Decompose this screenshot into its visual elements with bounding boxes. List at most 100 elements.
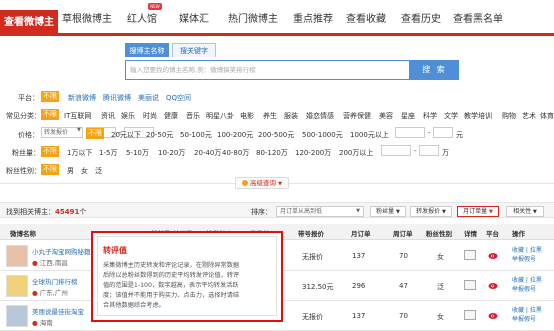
category-option[interactable]: 音乐 bbox=[186, 111, 200, 121]
details-icon[interactable] bbox=[464, 280, 476, 290]
fans-option[interactable]: 1-5万 bbox=[99, 148, 117, 158]
nav-view-bloggers[interactable]: 查看微博主 bbox=[0, 10, 58, 36]
category-option[interactable]: 艺术 bbox=[522, 111, 536, 121]
price-option[interactable]: 500-1000元 bbox=[302, 130, 343, 140]
fans-option[interactable]: 200万以上 bbox=[339, 148, 373, 158]
fans-custom-max[interactable] bbox=[419, 145, 439, 156]
category-option[interactable]: 文学 bbox=[444, 111, 458, 121]
category-option[interactable]: 时尚 bbox=[143, 111, 157, 121]
price-custom-max[interactable] bbox=[433, 127, 453, 138]
tooltip-line: 值的范围是1-100，数字越高，表示平均转发活跃 bbox=[103, 282, 239, 289]
fans-option-any[interactable]: 不限 bbox=[41, 146, 59, 157]
col-fan-gender: 粉丝性别 bbox=[426, 230, 452, 238]
category-option[interactable]: 星座 bbox=[401, 111, 415, 121]
nav-blacklist[interactable]: 查看黑名单 bbox=[450, 9, 506, 31]
category-option[interactable]: 科学 bbox=[423, 111, 437, 121]
category-option[interactable]: IT互联网 bbox=[64, 111, 91, 121]
fans-option[interactable]: 1万以下 bbox=[67, 148, 92, 158]
sort-select[interactable]: 月订单从高到低 ▼ bbox=[276, 206, 364, 217]
blogger-name[interactable]: 全球热门排行榜 bbox=[32, 276, 78, 286]
price-option-any[interactable]: 不限 bbox=[86, 128, 104, 139]
avatar bbox=[6, 245, 28, 267]
details-icon[interactable] bbox=[464, 310, 476, 320]
platform-option-sina[interactable]: 新浪微博 bbox=[68, 93, 96, 103]
platform-option-meilishuo[interactable]: 美丽说 bbox=[138, 93, 159, 103]
nav-media[interactable]: 媒体汇 bbox=[176, 9, 212, 31]
chevron-down-icon: ▼ bbox=[77, 127, 81, 133]
report-fake-link[interactable]: 举报假号 bbox=[512, 256, 536, 263]
fans-option[interactable]: 120-200万 bbox=[295, 148, 331, 158]
price-option[interactable]: 100-200元 bbox=[217, 130, 253, 140]
category-option[interactable]: 明星八卦 bbox=[206, 111, 234, 121]
col-account-price: 带号报价 bbox=[298, 230, 324, 238]
category-option[interactable]: 电影 bbox=[240, 111, 254, 121]
fans-option[interactable]: 80-120万 bbox=[256, 148, 288, 158]
advanced-search-button[interactable]: 高级查询 ▼ bbox=[235, 177, 289, 189]
favorite-link[interactable]: 收藏 bbox=[512, 247, 524, 254]
tab-search-keyword[interactable]: 搜关键字 bbox=[172, 43, 216, 57]
favorite-link[interactable]: 收藏 bbox=[512, 307, 524, 314]
gender-option-female[interactable]: 女 bbox=[81, 166, 88, 176]
nav-recommended[interactable]: 重点推荐 bbox=[290, 9, 336, 31]
engagement-tooltip-highlight: 转评值 采集微博主历史转发和评论记录，在剔除异常数据 后除以总粉丝数得到的历史平… bbox=[91, 231, 283, 322]
gender-option-male[interactable]: 男 bbox=[67, 166, 74, 176]
nav-history[interactable]: 查看历史 bbox=[398, 9, 444, 31]
price-option[interactable]: 200-500元 bbox=[258, 130, 294, 140]
tab-search-name[interactable]: 搜博主名称 bbox=[125, 43, 169, 57]
category-option[interactable]: 服装 bbox=[284, 111, 298, 121]
category-option[interactable]: 教学培训 bbox=[464, 111, 492, 121]
sort-repost-price-button[interactable]: 转发报价 ▼ bbox=[410, 206, 452, 217]
category-option[interactable]: 养生 bbox=[263, 111, 277, 121]
fans-option[interactable]: 20-40万 bbox=[194, 148, 221, 158]
blacklist-link[interactable]: 拉黑 bbox=[530, 307, 542, 314]
col-actions: 操作 bbox=[512, 230, 525, 238]
category-option[interactable]: 不限 bbox=[41, 109, 59, 120]
category-option[interactable]: 购物 bbox=[502, 111, 516, 121]
category-option[interactable]: 美容 bbox=[379, 111, 393, 121]
category-option[interactable]: 体育 bbox=[540, 111, 554, 121]
category-option[interactable]: 婚恋情感 bbox=[306, 111, 334, 121]
blacklist-link[interactable]: 拉黑 bbox=[530, 277, 542, 284]
search-input[interactable]: 输入您要找的博主名称,例：微博搞笑排行榜 bbox=[125, 60, 410, 80]
nav-celebrity-hall[interactable]: 红人馆 bbox=[122, 9, 162, 31]
blogger-location: ● 广东,广州 bbox=[32, 289, 68, 297]
price-option[interactable]: 20元以下 bbox=[111, 130, 141, 140]
price-option[interactable]: 20-50元 bbox=[146, 130, 173, 140]
fans-unit: 万 bbox=[442, 149, 449, 157]
price-custom-min[interactable] bbox=[395, 127, 425, 138]
blacklist-link[interactable]: 拉黑 bbox=[530, 247, 542, 254]
category-option[interactable]: 娱乐 bbox=[121, 111, 135, 121]
col-monthly-orders: 月订单 bbox=[351, 230, 371, 238]
nav-grassroots-bloggers[interactable]: 草根微博主 bbox=[62, 9, 112, 31]
fans-option[interactable]: 40-80万 bbox=[222, 148, 249, 158]
category-option[interactable]: 资讯 bbox=[101, 111, 115, 121]
blogger-name[interactable]: 小丸子淘宝网购秘籍 bbox=[32, 246, 91, 256]
search-button[interactable]: 搜 索 bbox=[410, 60, 459, 80]
category-option[interactable]: 营养保健 bbox=[343, 111, 371, 121]
blogger-name[interactable]: 美丽说最佳街淘宝 bbox=[32, 306, 84, 316]
report-fake-link[interactable]: 举报假号 bbox=[512, 286, 536, 293]
gender-option-any[interactable]: 不限 bbox=[41, 164, 59, 175]
nav-favorites[interactable]: 查看收藏 bbox=[343, 9, 389, 31]
weekly-orders: 70 bbox=[399, 252, 408, 260]
price-option[interactable]: 1000元以上 bbox=[350, 130, 389, 140]
sort-relevance-button[interactable]: 相关性 ▼ bbox=[506, 206, 544, 217]
fans-option[interactable]: 10-20万 bbox=[158, 148, 185, 158]
nav-hot-bloggers[interactable]: 热门微博主 bbox=[224, 9, 282, 31]
platform-option-any[interactable]: 不限 bbox=[41, 91, 59, 102]
details-icon[interactable] bbox=[464, 250, 476, 260]
fans-custom-min[interactable] bbox=[381, 145, 411, 156]
sort-fans-button[interactable]: 粉丝量 ▼ bbox=[370, 206, 406, 217]
category-option[interactable]: 健康 bbox=[164, 111, 178, 121]
platform-option-qzone[interactable]: QQ空间 bbox=[166, 93, 191, 103]
favorite-link[interactable]: 收藏 bbox=[512, 277, 524, 284]
blogger-location: ● 江西,南昌 bbox=[32, 259, 68, 267]
report-fake-link[interactable]: 举报假号 bbox=[512, 316, 536, 323]
gender-option-general[interactable]: 泛 bbox=[95, 166, 102, 176]
fans-option[interactable]: 5-10万 bbox=[126, 148, 149, 158]
sort-monthly-orders-button[interactable]: 月订单量 ▼ bbox=[457, 206, 499, 217]
platform-option-tencent[interactable]: 腾讯微博 bbox=[103, 93, 131, 103]
tooltip-line: 合其他数据综合考虑。 bbox=[103, 302, 165, 309]
account-price: 312.50元 bbox=[302, 283, 334, 291]
price-option[interactable]: 50-100元 bbox=[180, 130, 212, 140]
